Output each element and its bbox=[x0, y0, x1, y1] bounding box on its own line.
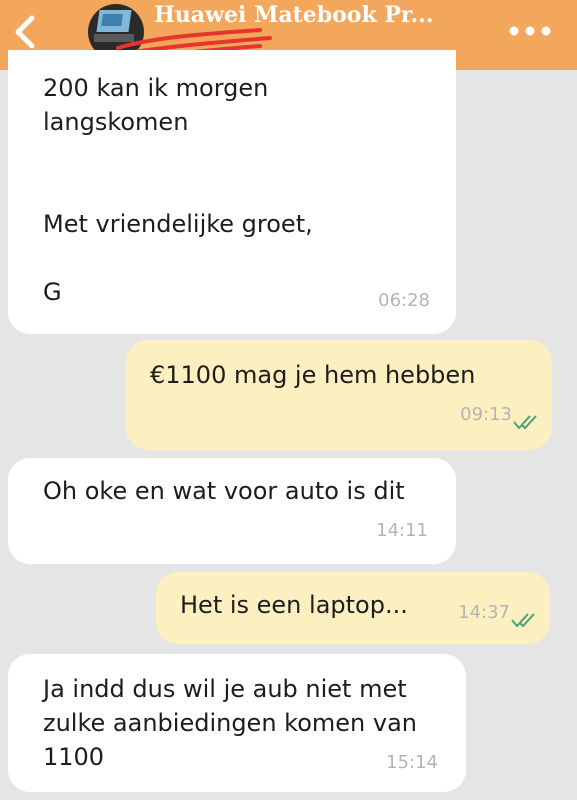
message-bubble-incoming[interactable]: 200 kan ik morgen langskomen Met vriende… bbox=[8, 50, 456, 334]
chevron-left-icon bbox=[15, 15, 35, 49]
read-receipt-icon bbox=[511, 613, 535, 628]
more-menu-button[interactable] bbox=[505, 16, 555, 46]
message-bubble-incoming[interactable]: Oh oke en wat voor auto is dit 14:11 bbox=[8, 458, 456, 564]
message-text: Ja indd dus wil je aub niet met zulke aa… bbox=[43, 675, 417, 771]
message-text: Het is een laptop... bbox=[180, 591, 408, 619]
message-time: 14:11 bbox=[376, 520, 428, 541]
message-time: 06:28 bbox=[378, 290, 430, 311]
message-time: 09:13 bbox=[460, 404, 512, 425]
read-receipt-icon bbox=[513, 415, 537, 430]
message-text: €1100 mag je hem hebben bbox=[150, 361, 476, 389]
back-button[interactable] bbox=[8, 12, 44, 52]
message-bubble-incoming[interactable]: Ja indd dus wil je aub niet met zulke aa… bbox=[8, 654, 466, 792]
message-text: Oh oke en wat voor auto is dit bbox=[43, 477, 405, 505]
message-time: 14:37 bbox=[458, 602, 510, 623]
message-text: 200 kan ik morgen langskomen Met vriende… bbox=[43, 74, 313, 306]
message-bubble-outgoing[interactable]: €1100 mag je hem hebben 09:13 bbox=[126, 340, 552, 450]
more-horizontal-icon bbox=[509, 26, 551, 36]
message-time: 15:14 bbox=[386, 752, 438, 773]
message-bubble-outgoing[interactable]: Het is een laptop... 14:37 bbox=[156, 572, 550, 644]
